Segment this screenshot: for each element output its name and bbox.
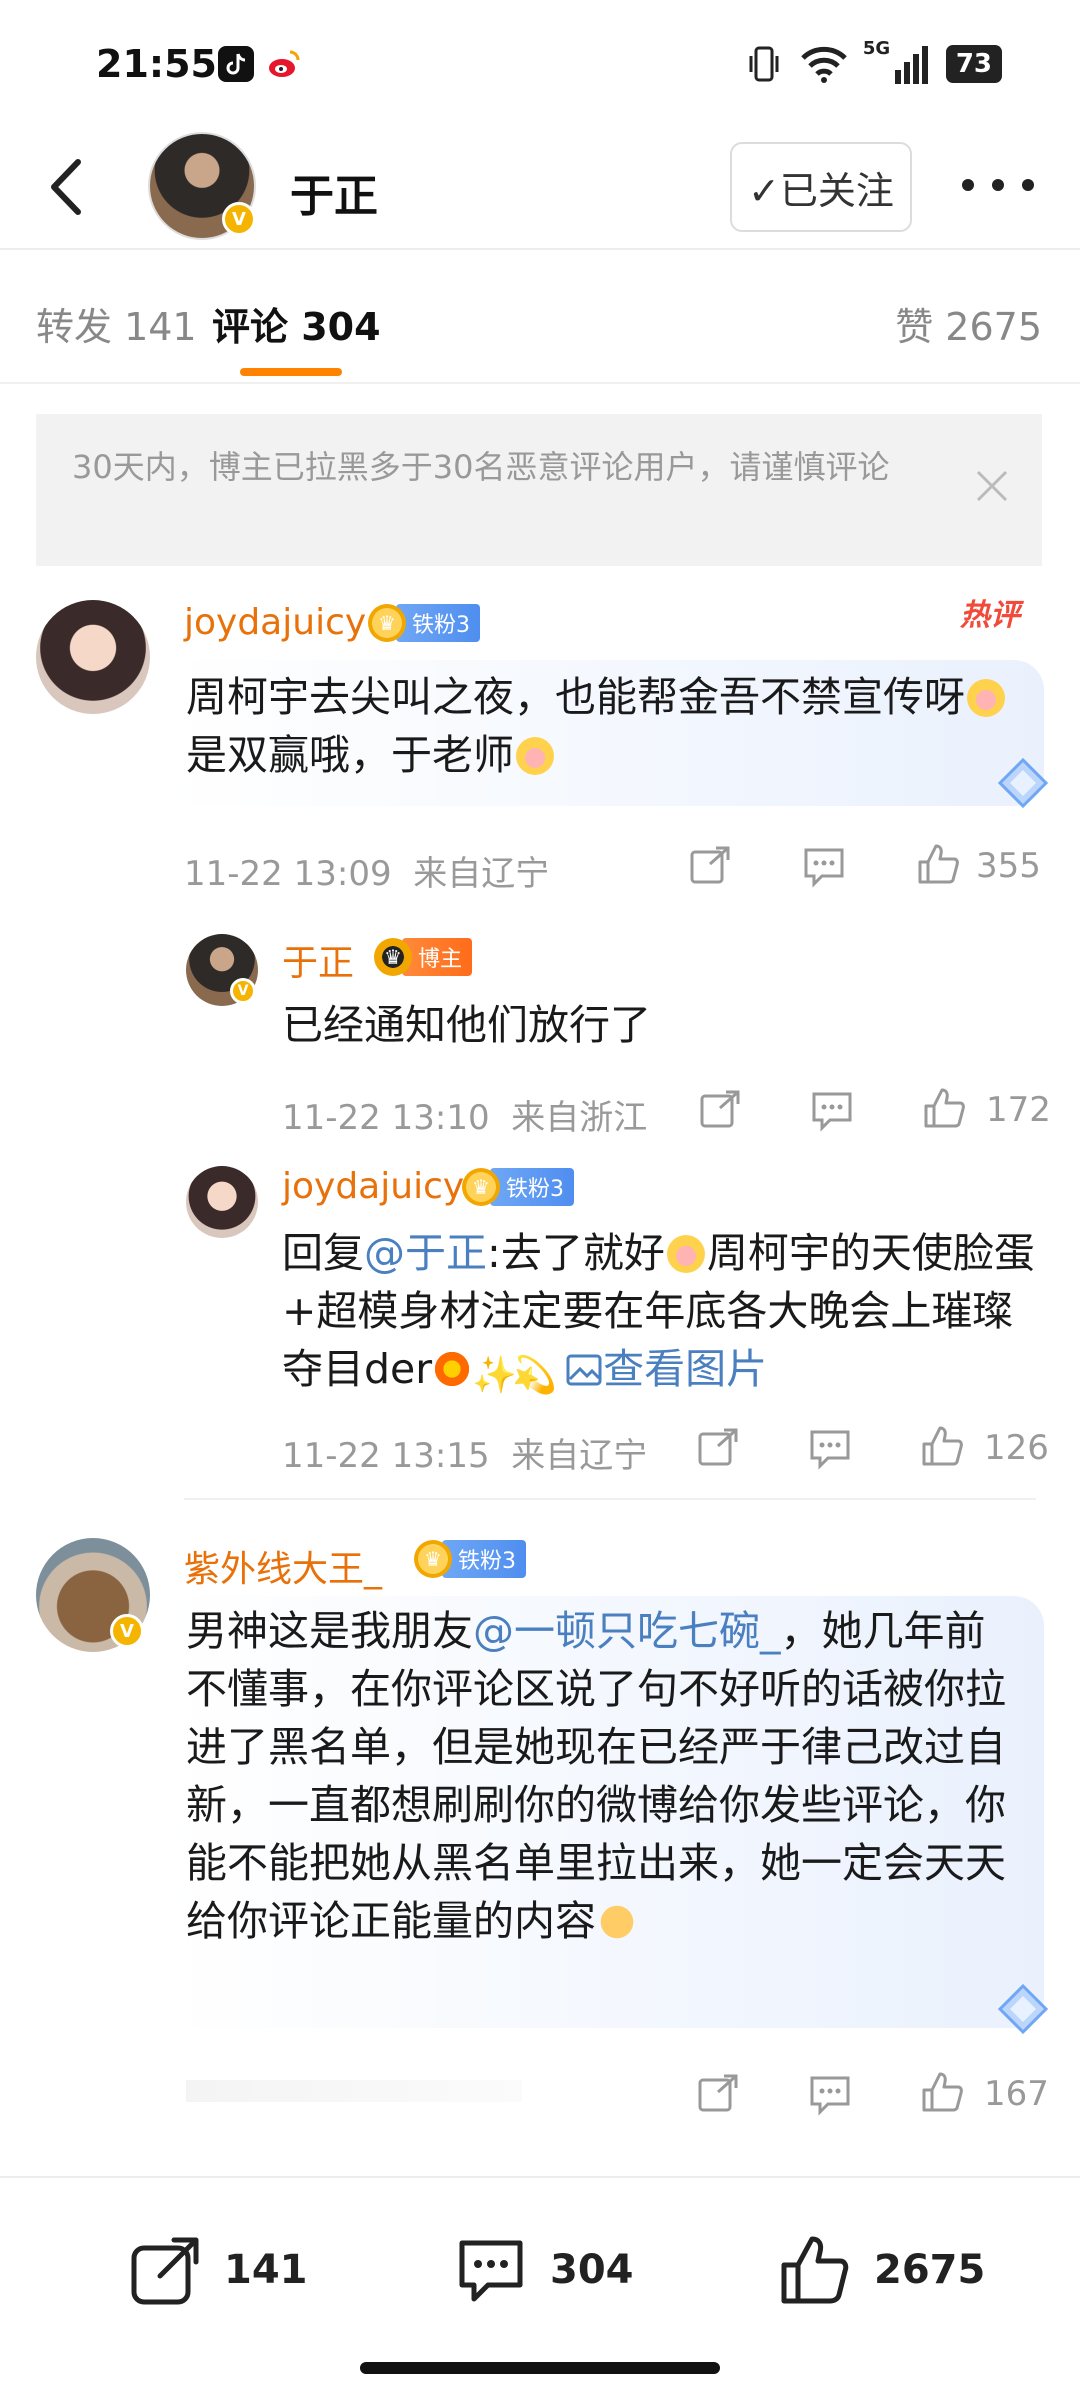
fan-badge: ♛ 铁粉3 [414,1540,526,1578]
home-indicator [360,2362,720,2374]
fan-badge-label: 铁粉3 [396,604,480,642]
signal-icon: 5G [863,38,928,84]
status-bar: 21:55 5G 73 [0,0,1080,130]
bottom-action-bar: 141 304 2675 [0,2176,1080,2392]
tab-likes[interactable]: 赞 2675 [895,296,1042,351]
wifi-icon [801,46,847,83]
verified-badge-icon: V [110,1614,144,1648]
thumbs-up-emoji-icon [598,1903,636,1941]
like-count-total: 2675 [874,2247,986,2293]
like-icon[interactable] [918,2068,966,2116]
sparkles-emoji-icon: ✨ [472,1355,517,1396]
reply-icon[interactable] [806,2070,854,2118]
comment-meta: 11-22 13:09 来自辽宁 [184,854,550,894]
comment-button[interactable]: 304 [452,2230,634,2310]
reply-icon[interactable] [806,1424,854,1472]
share-icon[interactable] [694,1424,742,1472]
verified-badge-icon: V [230,978,256,1004]
heart-eyes-emoji-icon [666,1235,705,1273]
like-count: 172 [986,1090,1051,1130]
tab-reposts[interactable]: 转发 141 [36,296,197,351]
reply-icon[interactable] [808,1086,856,1134]
owner-badge-label: 博主 [402,938,473,976]
weibo-icon [266,46,302,82]
status-time: 21:55 [96,42,217,86]
like-icon [781,2236,849,2304]
blacklist-notice: 30天内，博主已拉黑多于30名恶意评论用户，请谨慎评论 [36,414,1042,566]
active-tab-indicator [240,368,342,376]
comment-username[interactable]: 紫外线大王_ [184,1540,382,1592]
share-icon[interactable] [696,1086,744,1134]
heart-eyes-emoji-icon [516,737,554,775]
like-icon[interactable] [914,840,962,888]
mention-link[interactable]: @一顿只吃七碗_ [473,1607,781,1655]
reply-text: 回复@于正:去了就好 周柯宇的天使脸蛋+超模身材注定要在年底各大晚会上璀璨夺目de… [282,1229,1035,1396]
header: V 于正 ✓已关注 [0,130,1080,250]
share-icon[interactable] [686,842,734,890]
avatar[interactable] [36,600,150,714]
like-count: 126 [984,1428,1049,1468]
share-icon[interactable] [694,2070,742,2118]
like-icon[interactable] [920,1084,968,1132]
reply-meta: 11-22 13:10 来自浙江 [282,1098,648,1138]
reply-username[interactable]: joydajuicy [282,1166,464,1207]
view-image-link[interactable]: 查看图片 [565,1345,767,1393]
repost-button[interactable]: 141 [128,2230,308,2310]
crown-icon: ♛ [374,938,412,976]
more-icon[interactable] [956,170,1040,200]
tiktok-icon [218,46,254,82]
comment-text: 周柯宇去尖叫之夜，也能帮金吾不禁宣传呀是双赢哦，于老师 [186,668,1026,784]
diamond-icon [997,757,1049,809]
page-title: 于正 [290,171,378,222]
hot-comment-tag: 热评 [960,598,1020,633]
comment-count: 304 [550,2247,634,2293]
crown-icon: ♛ [462,1168,500,1206]
fan-badge: ♛ 铁粉3 [368,604,480,642]
comment-text: 男神这是我朋友@一顿只吃七碗_，她几年前不懂事，在你评论区说了句不好听的话被你拉… [186,1607,1006,1945]
battery-level: 73 [945,45,1002,83]
verified-badge-icon: V [222,202,256,236]
fan-badge-label: 铁粉3 [442,1540,526,1578]
mention-link[interactable]: @于正 [364,1229,487,1277]
like-count: 355 [976,846,1041,886]
reply-text: 已经通知他们放行了 [282,1001,651,1049]
tab-bar: 转发 141 评论 304 赞 2675 [0,252,1080,384]
like-icon[interactable] [918,1422,966,1470]
avatar[interactable] [186,1166,258,1238]
comment-meta-placeholder [186,2080,522,2102]
like-button[interactable]: 2675 [776,2230,985,2310]
comment-username[interactable]: joydajuicy [184,602,366,643]
following-button[interactable]: ✓已关注 [730,142,912,232]
explosion-emoji-icon [432,1349,473,1389]
heart-eyes-emoji-icon [967,679,1005,717]
comment-icon [459,2240,523,2302]
divider [184,1498,1036,1500]
vibrate-icon [749,46,779,82]
network-type: 5G [862,38,891,59]
fan-badge-label: 铁粉3 [490,1168,574,1206]
like-count: 167 [984,2074,1049,2114]
image-icon [566,1354,602,1386]
tab-comments[interactable]: 评论 304 [212,296,381,351]
close-icon[interactable] [972,466,1012,506]
back-icon[interactable] [34,152,104,222]
crown-icon: ♛ [368,604,406,642]
crown-icon: ♛ [414,1540,452,1578]
reply-meta: 11-22 13:15 来自辽宁 [282,1436,648,1476]
diamond-icon [997,1983,1049,2035]
notice-text: 30天内，博主已拉黑多于30名恶意评论用户，请谨慎评论 [72,448,890,486]
reply-username[interactable]: 于正 [282,934,354,986]
dizzy-emoji-icon: 💫 [512,1355,557,1396]
reply-icon[interactable] [800,842,848,890]
repost-icon [131,2237,199,2305]
status-indicators: 5G 73 [747,38,1002,84]
owner-badge: ♛ 博主 [374,938,473,976]
repost-count: 141 [224,2247,308,2293]
fan-badge: ♛ 铁粉3 [462,1168,574,1206]
